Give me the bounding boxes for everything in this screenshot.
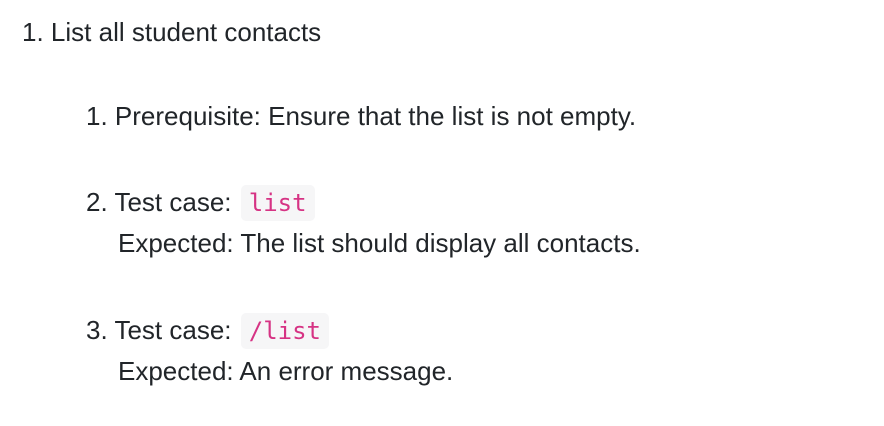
test-case-line: 2. Test case: list: [86, 182, 641, 223]
list-item-prerequisite: 1. Prerequisite: Ensure that the list is…: [86, 96, 636, 136]
expected-text: Expected: The list should display all co…: [118, 228, 641, 258]
test-case-line: 3. Test case: /list: [86, 310, 453, 351]
list-number: 3.: [86, 315, 108, 345]
list-title: List all student contacts: [50, 17, 322, 47]
list-number: 1.: [86, 101, 108, 131]
list-item-test-case-1: 2. Test case: list Expected: The list sh…: [86, 182, 641, 263]
test-case-label: Test case:: [114, 315, 232, 345]
list-number: 2.: [86, 187, 108, 217]
prerequisite-text: Prerequisite: Ensure that the list is no…: [114, 101, 637, 131]
list-item-main: 1. List all student contacts: [22, 14, 321, 50]
expected-text: Expected: An error message.: [118, 356, 454, 386]
list-item-test-case-2: 3. Test case: /list Expected: An error m…: [86, 310, 453, 391]
list-number: 1.: [22, 17, 44, 47]
command-code: list: [240, 185, 315, 221]
document: 1. List all student contacts 1. Prerequi…: [0, 0, 884, 426]
command-code: /list: [240, 313, 329, 349]
test-case-label: Test case:: [114, 187, 232, 217]
